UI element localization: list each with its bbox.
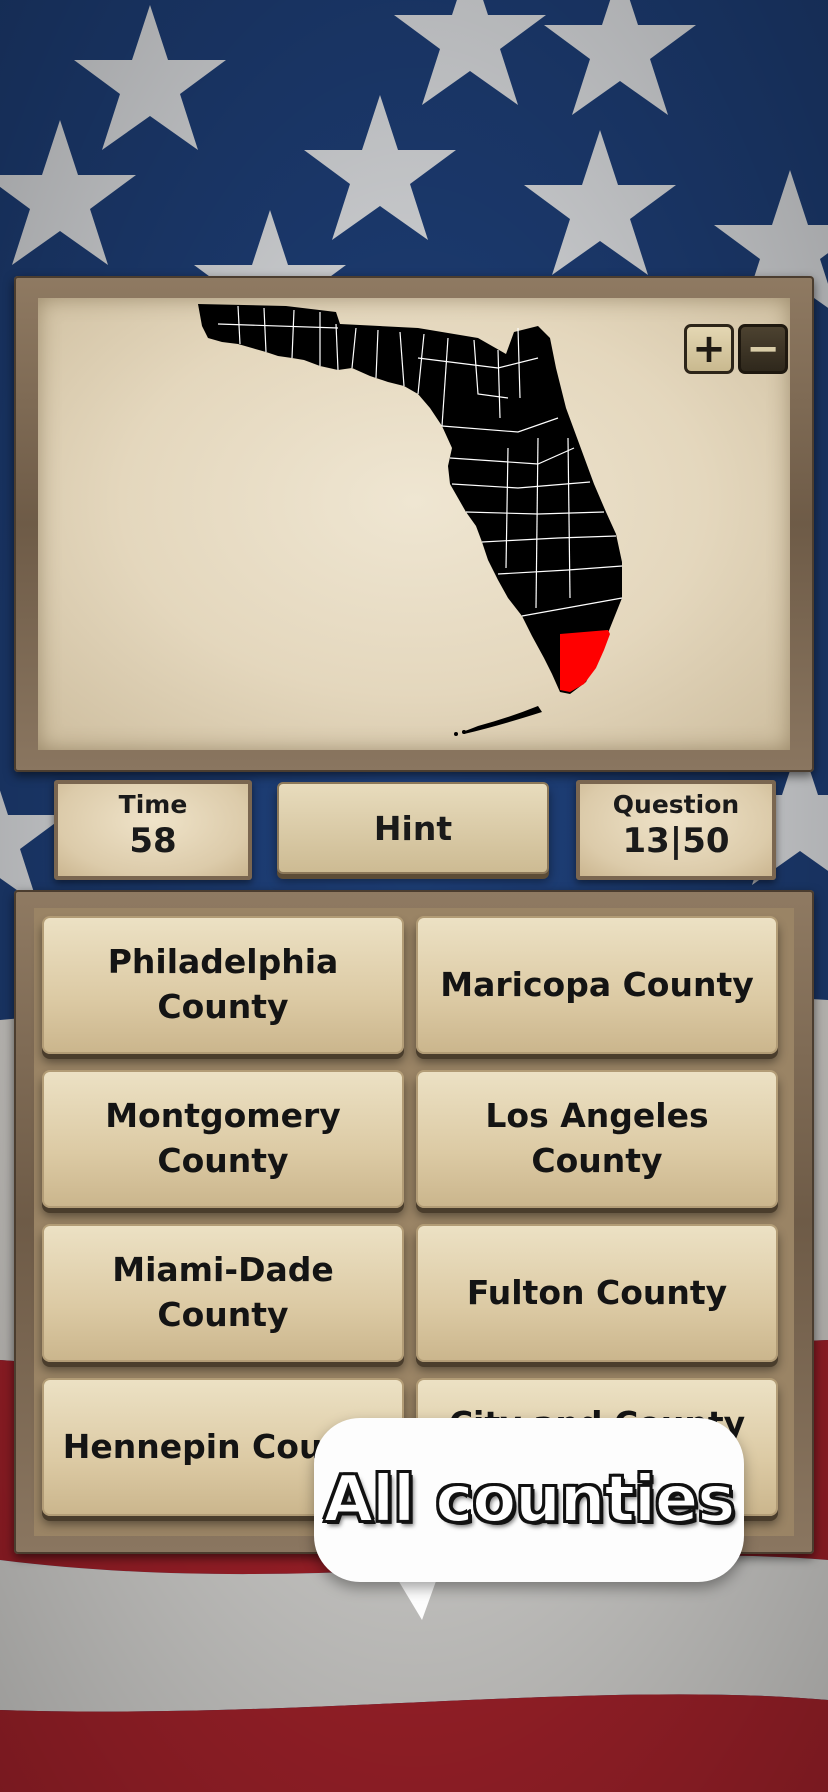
- question-counter-box: Question 13|50: [576, 780, 776, 880]
- zoom-out-button[interactable]: −: [738, 324, 788, 374]
- florida-land[interactable]: [198, 304, 622, 694]
- zoom-in-button[interactable]: +: [684, 324, 734, 374]
- question-label: Question: [612, 790, 740, 819]
- question-value: 13|50: [622, 821, 730, 861]
- speech-bubble-text: All counties: [323, 1462, 737, 1538]
- answer-button-1[interactable]: Philadelphia County: [42, 916, 404, 1054]
- answer-button-3[interactable]: Montgomery County: [42, 1070, 404, 1208]
- timer-value: 58: [129, 821, 177, 861]
- answer-button-6[interactable]: Fulton County: [416, 1224, 778, 1362]
- timer-label: Time: [118, 790, 188, 819]
- map-area[interactable]: + −: [38, 298, 790, 750]
- answer-button-4[interactable]: Los Angeles County: [416, 1070, 778, 1208]
- florida-map[interactable]: [38, 298, 790, 750]
- answer-button-2[interactable]: Maricopa County: [416, 916, 778, 1054]
- map-panel: + −: [14, 276, 814, 772]
- speech-bubble: All counties: [314, 1418, 744, 1582]
- hint-button[interactable]: Hint: [277, 782, 549, 874]
- timer-box: Time 58: [54, 780, 252, 880]
- answer-button-5[interactable]: Miami-Dade County: [42, 1224, 404, 1362]
